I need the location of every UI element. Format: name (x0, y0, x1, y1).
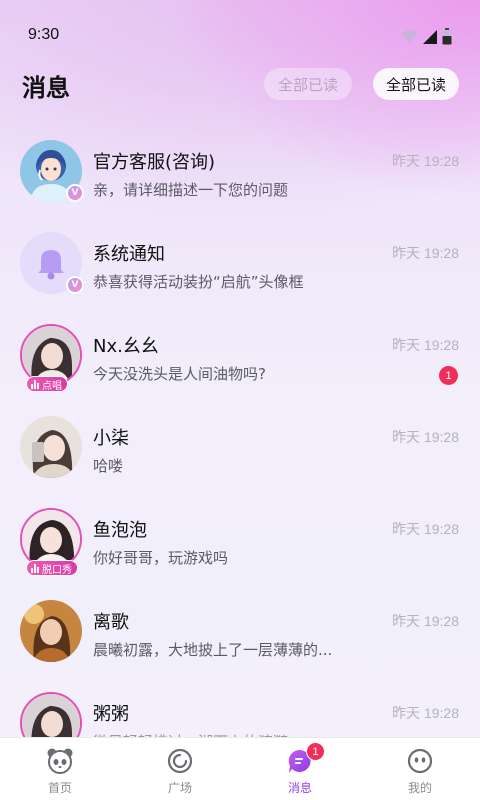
conversation-name: 官方客服(咨询) (93, 152, 216, 173)
status-icons (400, 28, 452, 45)
mark-all-read-button-faded[interactable]: 全部已读 (264, 68, 352, 100)
conversation-preview: 哈喽 (93, 457, 124, 475)
bottom-tab-bar: 首页 广场 1 消息 我的 (0, 737, 480, 800)
conversation-item[interactable]: 点唱 Nx.幺幺 今天没洗头是人间油物吗? 昨天 19:28 1 (0, 302, 480, 394)
compass-icon (167, 748, 193, 774)
message-list: V 官方客服(咨询) 亲，请详细描述一下您的问题 昨天 19:28 V 系统通知… (0, 118, 480, 762)
messages-tab-badge: 1 (306, 742, 325, 761)
conversation-name: 系统通知 (93, 244, 165, 265)
conversation-preview: 亲，请详细描述一下您的问题 (93, 181, 289, 199)
conversation-item-system[interactable]: V 系统通知 恭喜获得活动装扮“启航”头像框 昨天 19:28 (0, 210, 480, 302)
conversation-time: 昨天 19:28 (392, 613, 459, 629)
avatar: V (20, 232, 84, 294)
conversation-preview: 你好哥哥，玩游戏吗 (93, 549, 229, 567)
avatar: 点唱 (20, 324, 82, 392)
tab-label: 我的 (407, 781, 432, 795)
profile-face-icon (407, 748, 433, 774)
conversation-time: 昨天 19:28 (392, 705, 459, 721)
page-header: 消息 全部已读 全部已读 (0, 64, 480, 104)
tab-label: 首页 (47, 781, 72, 795)
audio-bars-icon (31, 379, 39, 389)
live-tag-label: 脱口秀 (42, 564, 72, 576)
unread-badge: 1 (439, 366, 458, 385)
conversation-item[interactable]: 脱口秀 鱼泡泡 你好哥哥，玩游戏吗 昨天 19:28 (0, 486, 480, 578)
conversation-name: 粥粥 (93, 704, 129, 725)
signal-icon (423, 29, 437, 44)
conversation-preview: 今天没洗头是人间油物吗? (93, 365, 266, 383)
verified-badge: V (66, 184, 84, 202)
avatar (20, 600, 82, 662)
tab-mine[interactable]: 我的 (360, 738, 480, 800)
conversation-item-support[interactable]: V 官方客服(咨询) 亲，请详细描述一下您的问题 昨天 19:28 (0, 118, 480, 210)
conversation-preview: 晨曦初露，大地披上了一层薄薄的... (93, 641, 333, 659)
status-time: 9:30 (28, 26, 60, 43)
tab-messages[interactable]: 1 消息 (240, 738, 360, 800)
audio-bars-icon (31, 563, 39, 573)
user-avatar (20, 600, 82, 662)
panda-home-icon (47, 748, 73, 774)
user-avatar (20, 416, 82, 478)
avatar (20, 416, 82, 478)
tab-square[interactable]: 广场 (120, 738, 240, 800)
avatar: 脱口秀 (20, 508, 82, 576)
conversation-time: 昨天 19:28 (392, 153, 459, 169)
status-bar: 9:30 (0, 0, 480, 70)
tab-home[interactable]: 首页 (0, 738, 120, 800)
live-tag-label: 点唱 (42, 380, 62, 392)
live-tag: 脱口秀 (26, 560, 78, 576)
page-title: 消息 (22, 74, 70, 102)
mark-all-read-button[interactable]: 全部已读 (373, 68, 459, 100)
conversation-name: Nx.幺幺 (93, 336, 159, 357)
conversation-preview: 恭喜获得活动装扮“启航”头像框 (93, 273, 304, 291)
conversation-time: 昨天 19:28 (392, 337, 459, 353)
conversation-time: 昨天 19:28 (392, 429, 459, 445)
avatar: V (20, 140, 84, 202)
conversation-time: 昨天 19:28 (392, 245, 459, 261)
conversation-name: 小柒 (93, 428, 129, 449)
conversation-name: 离歌 (93, 612, 129, 633)
conversation-name: 鱼泡泡 (93, 520, 147, 541)
conversation-time: 昨天 19:28 (392, 521, 459, 537)
conversation-item[interactable]: 离歌 晨曦初露，大地披上了一层薄薄的... 昨天 19:28 (0, 578, 480, 670)
live-tag: 点唱 (26, 376, 68, 392)
verified-badge: V (66, 276, 84, 294)
conversation-item[interactable]: 小柒 哈喽 昨天 19:28 (0, 394, 480, 486)
battery-icon (442, 28, 452, 45)
tab-label: 广场 (167, 781, 192, 795)
tab-label: 消息 (287, 781, 312, 795)
wifi-icon (400, 29, 418, 43)
